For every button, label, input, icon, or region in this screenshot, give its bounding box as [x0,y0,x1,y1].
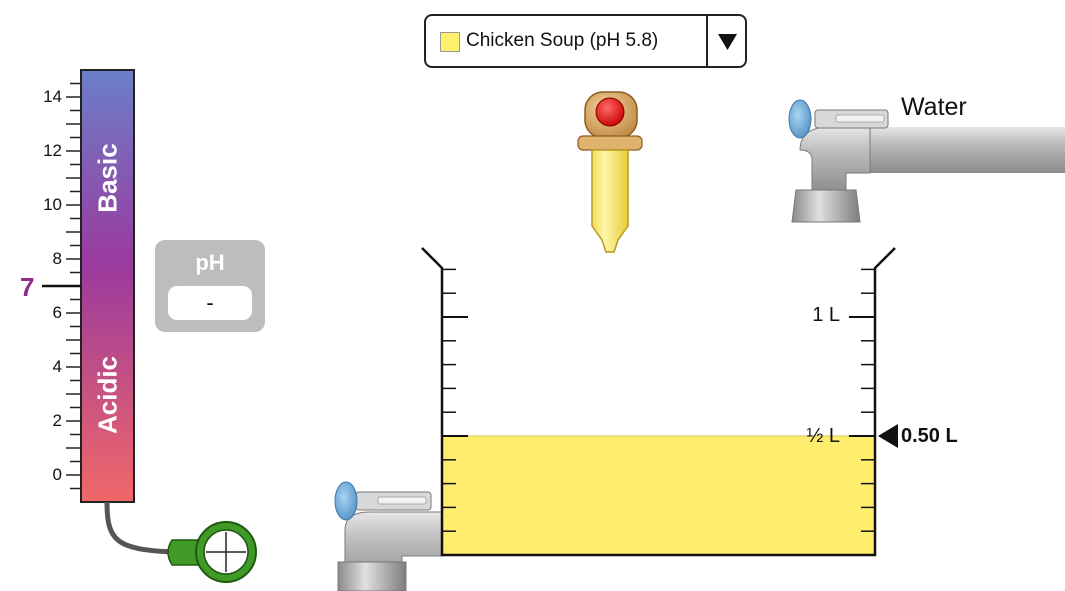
water-spout [791,189,861,223]
drain-faucet[interactable] [334,481,443,591]
ph-meter-value: - [168,286,252,320]
scale-tick-label: 8 [52,249,62,268]
probe-wire [104,501,176,555]
basic-label: Basic [92,143,123,213]
water-label: Water [901,93,967,121]
acidic-label: Acidic [92,355,123,435]
triangle-down-icon[interactable] [710,16,745,66]
neutral-marker-label: 7 [20,272,35,302]
scale-tick-label: 10 [43,195,62,214]
ph-probe[interactable] [104,501,257,583]
beaker-label-half-l: ½ L [806,425,840,447]
water-knob-icon[interactable] [788,99,812,139]
combo-divider [706,16,708,66]
dropper-button-icon[interactable] [595,97,625,127]
beaker-liquid [442,436,875,555]
volume-readout: 0.50 L [901,425,958,447]
scale-tick-label: 14 [43,87,62,106]
ph-meter-title: pH [195,250,225,275]
volume-indicator-icon [878,424,898,448]
scale-tick-label: 4 [52,357,62,376]
ph-meter: pH - [155,240,265,332]
solute-combo-box[interactable]: Chicken Soup (pH 5.8) [424,14,747,68]
water-pipe [862,127,1065,173]
beaker [421,247,898,557]
dropper[interactable] [577,91,643,253]
dropper-tube [591,149,629,253]
drain-knob-icon[interactable] [334,481,358,521]
dropper-collar [577,135,643,151]
solute-selected-label: Chicken Soup (pH 5.8) [466,30,659,51]
ph-scale-simulation: Chicken Soup (pH 5.8) 14 12 10 8 6 4 2 0 Basic … [0,0,1065,591]
scale-tick-label: 6 [52,303,62,322]
drain-spout [337,561,407,591]
scale-tick-label: 0 [52,465,62,484]
scale-tick-label: 2 [52,411,62,430]
beaker-label-1l: 1 L [812,304,840,326]
ph-scale [42,69,135,503]
solute-swatch [440,32,460,52]
scale-tick-label: 12 [43,141,62,160]
